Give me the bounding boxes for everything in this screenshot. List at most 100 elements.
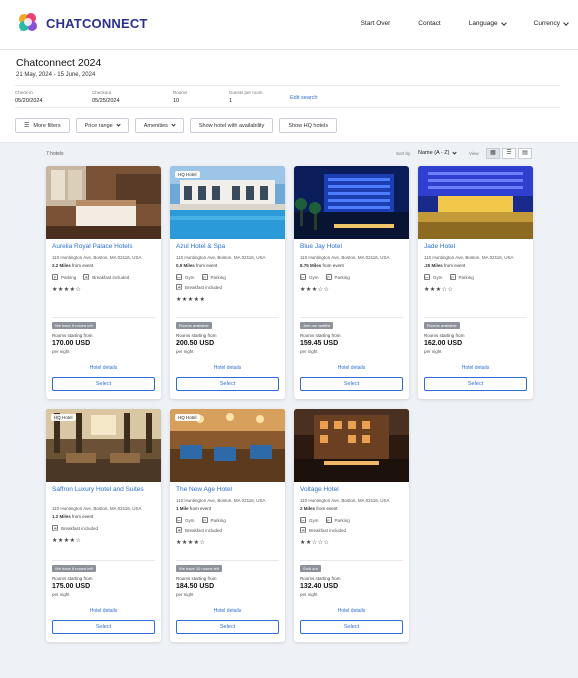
logo[interactable]: CHATCONNECT <box>16 11 148 35</box>
rooms-label: Rooms starting from <box>52 576 93 581</box>
hotel-details-link[interactable]: Hotel details <box>46 608 161 614</box>
hotel-name-link[interactable]: Jade Hotel <box>424 243 528 251</box>
hotel-name-link[interactable]: The New Age Hotel <box>176 486 280 494</box>
amenities-list: P Parking ☕ Breakfast included <box>52 274 129 280</box>
select-button[interactable]: Select <box>176 620 279 634</box>
star-rating: ★★★☆☆ <box>424 287 454 293</box>
checkin-field[interactable]: Check-in 05/20/2024 <box>15 90 43 104</box>
breakfast-icon: ☕ <box>176 284 182 290</box>
table-view-button[interactable]: ▤ <box>518 148 532 159</box>
edit-search-link[interactable]: Edit search <box>290 95 318 101</box>
amenities-list: ⊢ Gym P Parking <box>300 274 350 280</box>
amenities-list: ⊢ Gym P Parking <box>176 517 226 523</box>
hotel-details-link[interactable]: Hotel details <box>170 608 285 614</box>
nav-start-over[interactable]: Start Over <box>347 20 391 27</box>
amenities-list: ☕ Breakfast included <box>176 527 222 533</box>
parking-icon: P <box>201 517 208 523</box>
nav-currency[interactable]: Currency <box>520 19 569 27</box>
hotel-photo[interactable]: HQ Hotel <box>170 166 285 239</box>
hotel-name-link[interactable]: Aurelia Royal Palace Hotels <box>52 243 156 251</box>
per-night: per night <box>176 349 194 354</box>
hotel-photo[interactable]: HQ Hotel <box>170 409 285 482</box>
hotel-distance: 0.5 Miles from event <box>176 263 217 268</box>
amenities-list: ☕ Breakfast included <box>300 527 346 533</box>
chevron-down-icon <box>171 122 176 127</box>
sort-label: Sort by <box>396 151 411 156</box>
gym-icon: ⊢ <box>300 517 306 523</box>
select-button[interactable]: Select <box>52 377 155 391</box>
checkout-field[interactable]: Checkout 05/25/2024 <box>92 90 120 104</box>
amenity-label: Breakfast included <box>185 527 223 533</box>
nav-language[interactable]: Language <box>455 19 507 27</box>
sort-dropdown[interactable]: Name (A - Z) <box>418 149 458 156</box>
chevron-down-icon <box>500 19 507 26</box>
amenity-label: Breakfast included <box>185 284 223 290</box>
price: 132.40 USD <box>300 583 339 590</box>
hotel-details-link[interactable]: Hotel details <box>46 365 161 371</box>
amenities-list: ☕ Breakfast included <box>52 525 98 531</box>
select-button[interactable]: Select <box>300 377 403 391</box>
hq-hotels-toggle[interactable]: Show HQ hotels <box>279 118 338 133</box>
hotel-photo[interactable] <box>46 166 161 239</box>
hotel-name-link[interactable]: Saffron Luxury Hotel and Suites <box>52 486 156 494</box>
hotel-address: 110 Huntington Ave, Boston, MA 02116, US… <box>176 255 266 260</box>
nav-label: Contact <box>418 20 441 27</box>
select-button[interactable]: Select <box>52 620 155 634</box>
hotel-details-link[interactable]: Hotel details <box>170 365 285 371</box>
field-value: 05/20/2024 <box>15 98 43 104</box>
gym-icon: ⊢ <box>424 274 430 280</box>
breakfast-icon: ☕ <box>83 274 90 280</box>
hotel-details-link[interactable]: Hotel details <box>294 608 409 614</box>
grid-icon: ▦ <box>490 150 496 156</box>
hotel-name-link[interactable]: Blue Jay Hotel <box>300 243 404 251</box>
button-label: Price range <box>84 122 113 129</box>
rooms-label: Rooms starting from <box>300 576 341 581</box>
distance-value: 8.75 Miles <box>300 263 322 268</box>
chevron-down-icon <box>116 122 121 127</box>
field-label: Rooms <box>173 90 188 95</box>
select-button[interactable]: Select <box>176 377 279 391</box>
field-label: Checkout <box>92 90 112 95</box>
per-night: per night <box>52 349 70 354</box>
distance-value: 1 Mile <box>176 506 189 511</box>
breakfast-icon: ☕ <box>176 527 182 533</box>
per-night: per night <box>52 592 70 597</box>
grid-view-button[interactable]: ▦ <box>486 148 500 159</box>
hotel-details-link[interactable]: Hotel details <box>418 365 533 371</box>
select-button[interactable]: Select <box>424 377 527 391</box>
availability-badge: Rooms available <box>424 322 460 329</box>
amenity-label: Parking <box>334 274 350 280</box>
rooms-field[interactable]: Rooms 10 <box>173 90 187 104</box>
more-filters-button[interactable]: ☰ More filters <box>15 118 70 133</box>
breakfast-icon: ☕ <box>300 527 306 533</box>
amenities-list: ⊢ Gym P Parking <box>300 517 350 523</box>
hotel-photo[interactable] <box>294 166 409 239</box>
list-icon: ☰ <box>506 150 512 156</box>
per-night: per night <box>176 592 194 597</box>
hotel-photo[interactable] <box>294 409 409 482</box>
list-view-button[interactable]: ☰ <box>502 148 516 159</box>
hotel-distance: 1 Mile from event <box>176 506 211 511</box>
amenity-label: Breakfast included <box>61 525 99 531</box>
per-night: per night <box>300 592 318 597</box>
amenities-dropdown[interactable]: Amenities <box>134 118 184 133</box>
hotel-card: Aurelia Royal Palace Hotels 110 Huntingt… <box>46 166 161 399</box>
divider <box>176 317 279 318</box>
select-button[interactable]: Select <box>300 620 403 634</box>
amenity-label: Gym <box>185 517 195 523</box>
button-label: Show HQ hotels <box>288 122 329 129</box>
logo-text: CHATCONNECT <box>46 15 148 31</box>
hotel-photo[interactable] <box>418 166 533 239</box>
hotel-name-link[interactable]: Azul Hotel & Spa <box>176 243 280 251</box>
price-range-dropdown[interactable]: Price range <box>75 118 129 133</box>
hq-badge: HQ Hotel <box>51 414 76 421</box>
hotel-name-link[interactable]: Voltage Hotel <box>300 486 404 494</box>
hotel-details-link[interactable]: Hotel details <box>294 365 409 371</box>
search-header: Chatconnect 2024 21 May, 2024 - 15 June,… <box>0 50 578 143</box>
amenity-label: Breakfast included <box>92 274 130 280</box>
nav-contact[interactable]: Contact <box>404 20 440 27</box>
guests-field[interactable]: Guests per room 1 <box>229 90 263 104</box>
hotel-photo[interactable]: HQ Hotel <box>46 409 161 482</box>
availability-toggle[interactable]: Show hotel with availability <box>189 118 274 133</box>
divider <box>176 560 279 561</box>
